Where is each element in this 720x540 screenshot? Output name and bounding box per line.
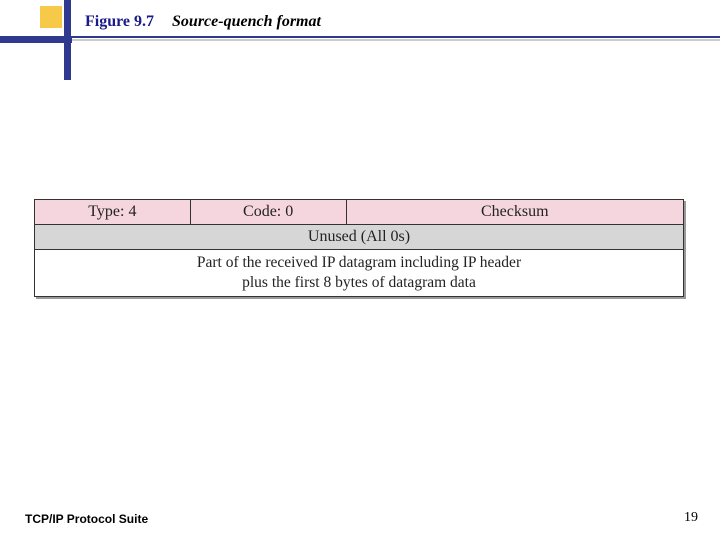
header-row: Type: 4 Code: 0 Checksum	[35, 200, 684, 225]
unused-field: Unused (All 0s)	[35, 225, 684, 250]
figure-title: Source-quench format	[172, 13, 321, 31]
header-rule	[0, 36, 720, 41]
slide-header: Figure 9.7 Source-quench format	[85, 13, 321, 31]
figure-number: Figure 9.7	[85, 13, 154, 31]
checksum-field: Checksum	[346, 200, 684, 225]
data-field: Part of the received IP datagram includi…	[35, 250, 684, 297]
unused-row: Unused (All 0s)	[35, 225, 684, 250]
data-field-line1: Part of the received IP datagram includi…	[197, 254, 521, 271]
data-field-line2: plus the first 8 bytes of datagram data	[242, 274, 476, 291]
footer-suite: TCP/IP Protocol Suite	[25, 512, 148, 526]
data-row: Part of the received IP datagram includi…	[35, 250, 684, 297]
type-field: Type: 4	[35, 200, 191, 225]
page-number: 19	[684, 510, 698, 526]
slide-logo-bar	[0, 36, 72, 43]
format-table: Type: 4 Code: 0 Checksum Unused (All 0s)…	[34, 199, 684, 297]
packet-format-diagram: Type: 4 Code: 0 Checksum Unused (All 0s)…	[34, 199, 684, 297]
code-field: Code: 0	[190, 200, 346, 225]
